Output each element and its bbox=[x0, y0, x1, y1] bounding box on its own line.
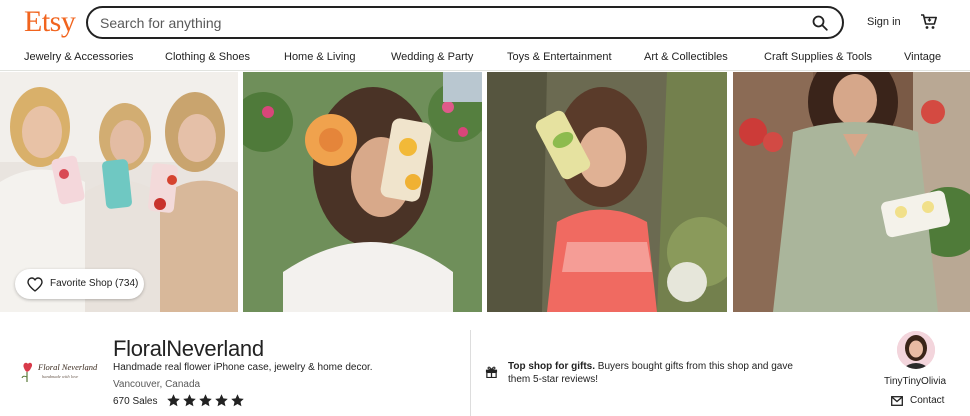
banner-photo-4 bbox=[733, 72, 970, 312]
owner-avatar[interactable] bbox=[897, 331, 935, 369]
sign-in-link[interactable]: Sign in bbox=[867, 15, 901, 29]
shop-logo-subtext: handmade with love bbox=[42, 374, 78, 379]
etsy-logo[interactable]: Etsy bbox=[24, 4, 76, 40]
shop-tagline: Handmade real flower iPhone case, jewelr… bbox=[113, 362, 373, 373]
mail-icon bbox=[891, 396, 903, 406]
nav-item-jewelry[interactable]: Jewelry & Accessories bbox=[24, 51, 133, 64]
star-icon bbox=[231, 394, 244, 407]
gift-icon bbox=[485, 366, 498, 378]
section-divider bbox=[470, 330, 471, 416]
star-icon bbox=[199, 394, 212, 407]
cart-icon bbox=[921, 14, 937, 29]
shop-logo-text: Floral Neverland bbox=[37, 362, 98, 372]
nav-item-wedding[interactable]: Wedding & Party bbox=[391, 51, 473, 64]
shop-sales: 670 Sales bbox=[113, 396, 158, 407]
search-input[interactable] bbox=[100, 14, 790, 32]
nav-item-clothing[interactable]: Clothing & Shoes bbox=[165, 51, 250, 64]
contact-button[interactable]: Contact bbox=[891, 395, 944, 407]
shop-logo: Floral Neverland handmade with love bbox=[18, 356, 100, 390]
star-icon bbox=[215, 394, 228, 407]
search-icon bbox=[812, 15, 828, 31]
search-bar bbox=[86, 6, 844, 39]
owner-name[interactable]: TinyTinyOlivia bbox=[884, 376, 946, 388]
shop-banner bbox=[0, 72, 970, 312]
site-header: Etsy Sign in bbox=[0, 0, 970, 44]
banner-photo-2 bbox=[243, 72, 482, 312]
search-button[interactable] bbox=[810, 13, 830, 33]
shop-name[interactable]: FloralNeverland bbox=[113, 337, 264, 361]
nav-item-craft[interactable]: Craft Supplies & Tools bbox=[764, 51, 872, 64]
star-icon bbox=[183, 394, 196, 407]
nav-item-vintage[interactable]: Vintage bbox=[904, 51, 941, 64]
top-shop-message: Top shop for gifts. Buyers bought gifts … bbox=[508, 360, 808, 386]
heart-icon bbox=[27, 276, 43, 292]
favorite-shop-button[interactable]: Favorite Shop (734) bbox=[15, 269, 144, 299]
contact-label: Contact bbox=[910, 395, 945, 406]
top-shop-bold: Top shop for gifts. bbox=[508, 361, 596, 372]
favorite-shop-label: Favorite Shop (734) bbox=[50, 278, 139, 289]
shop-location: Vancouver, Canada bbox=[113, 379, 201, 390]
cart-button[interactable] bbox=[920, 13, 938, 31]
nav-item-home[interactable]: Home & Living bbox=[284, 51, 356, 64]
category-nav: Jewelry & Accessories Clothing & Shoes H… bbox=[0, 44, 970, 71]
shop-rating[interactable] bbox=[166, 393, 245, 408]
star-icon bbox=[167, 394, 180, 407]
nav-item-art[interactable]: Art & Collectibles bbox=[644, 51, 728, 64]
nav-item-toys[interactable]: Toys & Entertainment bbox=[507, 51, 612, 64]
banner-photo-3 bbox=[487, 72, 727, 312]
